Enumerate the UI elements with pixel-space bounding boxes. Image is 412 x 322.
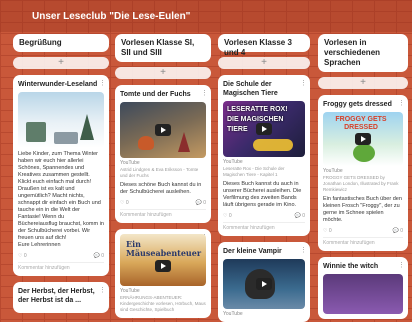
post-card[interactable]: Winterwunder-Leseland ⋮ Liebe Kinder, zu… (13, 75, 109, 276)
like-button[interactable]: ♡ 0 (120, 200, 129, 206)
comment-count[interactable]: 💬 0 (196, 200, 206, 206)
thumbnail-caption: FROGGY GETS DRESSED (335, 116, 387, 131)
winter-landscape-image[interactable] (18, 92, 104, 148)
like-button[interactable]: ♡ 0 (323, 228, 332, 234)
video-source: YouTube (223, 159, 243, 165)
card-text: Liebe Kinder, zum Thema Winter haben wir… (18, 151, 104, 241)
board-title: Unser Leseclub "Die Lese-Eulen" (0, 0, 412, 32)
card-title: Froggy gets dressed (323, 101, 392, 108)
add-post-button[interactable]: + (318, 77, 408, 89)
video-thumbnail[interactable] (223, 259, 305, 309)
video-thumbnail[interactable]: LESERATTE ROX! DIE MAGISCHEN TIERE (223, 101, 305, 157)
card-title: Der Herbst, der Herbst, der Herbst ist d… (18, 288, 95, 304)
more-options-icon[interactable]: ⋮ (398, 99, 405, 107)
video-source: YouTube (223, 311, 243, 317)
card-reactions: ♡ 0 💬 0 (18, 253, 104, 259)
column-begruessung: Begrüßung + Winterwunder-Leseland ⋮ Lieb… (13, 34, 109, 319)
more-options-icon[interactable]: ⋮ (300, 79, 307, 87)
column-header: Vorlesen Klasse 3 und 4 (218, 34, 310, 57)
column-vorlesen-3-4: Vorlesen Klasse 3 und 4 + Die Schule der… (218, 34, 310, 322)
more-options-icon[interactable]: ⋮ (201, 89, 208, 97)
post-card[interactable]: Die Schule der Magischen Tiere ⋮ LESERAT… (218, 75, 310, 236)
play-icon[interactable] (355, 133, 371, 145)
video-thumbnail[interactable] (120, 102, 206, 158)
play-icon[interactable] (155, 124, 171, 136)
play-icon[interactable] (256, 278, 272, 290)
add-comment-field[interactable]: Kommentar hinzufügen (223, 222, 305, 231)
more-options-icon[interactable]: ⋮ (99, 286, 106, 294)
video-title: Astrid Lindgren & Eva Eriksson - Tomte u… (120, 167, 199, 178)
post-card[interactable]: Tomte und der Fuchs ⋮ YouTube Astrid Lin… (115, 85, 211, 223)
card-signature: Eure Lehrerinnen (18, 242, 61, 248)
card-reactions: ♡ 0 💬 0 (120, 200, 206, 206)
comment-count[interactable]: 💬 0 (393, 228, 403, 234)
post-card[interactable]: Froggy gets dressed ⋮ FROGGY GETS DRESSE… (318, 95, 408, 251)
comment-count[interactable]: 💬 0 (94, 253, 104, 259)
card-text: Ein fantastisches Buch über den kleinen … (323, 196, 402, 223)
more-options-icon[interactable]: ⋮ (99, 79, 106, 87)
video-thumbnail[interactable]: Ein Mäuseabenteuer (120, 234, 206, 286)
video-title: FROGGY GETS DRESSED by Jonathan London, … (323, 175, 399, 192)
card-title: Die Schule der Magischen Tiere (223, 81, 278, 97)
column-header: Vorlesen Klasse SI, SII und SIII (115, 34, 211, 62)
column-header: Vorlesen in verschiedenen Sprachen (318, 34, 408, 72)
post-card[interactable]: Der kleine Vampir ⋮ YouTube (218, 242, 310, 322)
post-card[interactable]: Winnie the witch ⋮ (318, 257, 408, 319)
card-title: Winnie the witch (323, 263, 379, 270)
card-text: Dieses schöne Buch kannst du in der Schu… (120, 182, 202, 195)
video-source: YouTube (120, 288, 140, 294)
column-sprachen: Vorlesen in verschiedenen Sprachen + Fro… (318, 34, 408, 322)
video-source: YouTube (323, 168, 343, 174)
column-header: Begrüßung (13, 34, 109, 52)
like-button[interactable]: ♡ 0 (223, 213, 232, 219)
add-post-button[interactable]: + (115, 67, 211, 79)
add-post-button[interactable]: + (218, 57, 310, 69)
card-title: Der kleine Vampir (223, 248, 282, 255)
like-button[interactable]: ♡ 0 (18, 253, 27, 259)
card-title: Tomte und der Fuchs (120, 91, 191, 98)
play-icon[interactable] (155, 260, 171, 273)
add-comment-field[interactable]: Kommentar hinzufügen (323, 237, 403, 246)
card-reactions: ♡ 0 💬 0 (323, 228, 403, 234)
video-title: Leseratte Rox - Die Schule der Magischen… (223, 166, 285, 177)
card-text: Dieses Buch kannst du auch in unserer Bü… (223, 181, 302, 208)
comment-count[interactable]: 💬 0 (295, 213, 305, 219)
thumbnail-caption: Ein Mäuseabenteuer (126, 239, 202, 258)
add-comment-field[interactable]: Kommentar hinzufügen (120, 209, 206, 218)
play-icon[interactable] (256, 123, 272, 135)
video-thumbnail[interactable]: FROGGY GETS DRESSED (323, 112, 403, 166)
more-options-icon[interactable]: ⋮ (300, 246, 307, 254)
card-title: Winterwunder-Leseland (18, 81, 98, 88)
column-vorlesen-si: Vorlesen Klasse SI, SII und SIII + Tomte… (115, 34, 211, 322)
video-source: YouTube (120, 160, 140, 166)
post-card[interactable]: ⋮ Ein Mäuseabenteuer YouTube ERNÄHRUNGS-… (115, 229, 211, 318)
video-title: ERNÄHRUNGS-ABENTEUER: Kindergeschichte v… (120, 295, 206, 312)
add-post-button[interactable]: + (13, 57, 109, 69)
card-reactions: ♡ 0 💬 0 (223, 213, 305, 219)
add-comment-field[interactable]: Kommentar hinzufügen (18, 262, 104, 271)
post-card[interactable]: Der Herbst, der Herbst, der Herbst ist d… (13, 282, 109, 313)
video-thumbnail[interactable] (323, 274, 403, 314)
more-options-icon[interactable]: ⋮ (398, 261, 405, 269)
